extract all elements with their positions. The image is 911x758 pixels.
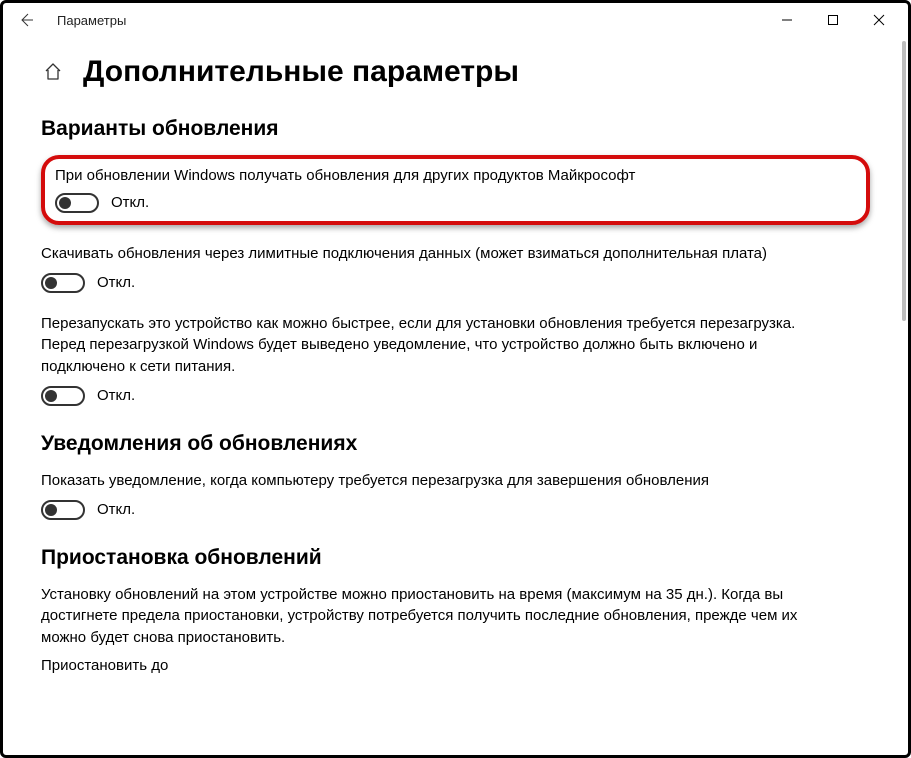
- minimize-button[interactable]: [764, 3, 810, 37]
- arrow-left-icon: [18, 12, 34, 28]
- back-button[interactable]: [9, 3, 43, 37]
- toggle-restart-asap[interactable]: [41, 386, 85, 406]
- pause-description: Установку обновлений на этом устройстве …: [41, 584, 841, 649]
- section-title-update-options: Варианты обновления: [41, 117, 870, 141]
- option-label: Показать уведомление, когда компьютеру т…: [41, 470, 870, 492]
- section-title-pause: Приостановка обновлений: [41, 546, 870, 570]
- option-other-microsoft-products: При обновлении Windows получать обновлен…: [55, 165, 856, 213]
- toggle-state-label: Откл.: [97, 501, 135, 518]
- maximize-icon: [827, 14, 839, 26]
- window-title: Параметры: [57, 13, 126, 28]
- pause-until-label: Приостановить до: [41, 657, 870, 674]
- page-title: Дополнительные параметры: [83, 55, 519, 89]
- title-bar: Параметры: [3, 3, 908, 37]
- toggle-state-label: Откл.: [111, 194, 149, 211]
- toggle-other-microsoft-products[interactable]: [55, 193, 99, 213]
- option-restart-notification: Показать уведомление, когда компьютеру т…: [41, 470, 870, 520]
- highlighted-option: При обновлении Windows получать обновлен…: [41, 155, 870, 225]
- toggle-restart-notification[interactable]: [41, 500, 85, 520]
- home-button[interactable]: [41, 60, 65, 84]
- page-header: Дополнительные параметры: [41, 55, 870, 89]
- option-label: Скачивать обновления через лимитные подк…: [41, 243, 870, 265]
- close-icon: [873, 14, 885, 26]
- home-icon: [43, 62, 63, 82]
- close-button[interactable]: [856, 3, 902, 37]
- toggle-metered-connection[interactable]: [41, 273, 85, 293]
- settings-window: Параметры: [0, 0, 911, 758]
- pause-description-block: Установку обновлений на этом устройстве …: [41, 584, 870, 649]
- minimize-icon: [781, 14, 793, 26]
- option-label: При обновлении Windows получать обновлен…: [55, 165, 856, 187]
- option-restart-asap: Перезапускать это устройство как можно б…: [41, 313, 870, 406]
- option-metered-connection: Скачивать обновления через лимитные подк…: [41, 243, 870, 293]
- section-title-notifications: Уведомления об обновлениях: [41, 432, 870, 456]
- maximize-button[interactable]: [810, 3, 856, 37]
- option-label: Перезапускать это устройство как можно б…: [41, 313, 841, 378]
- toggle-state-label: Откл.: [97, 274, 135, 291]
- content-area: Дополнительные параметры Варианты обновл…: [3, 37, 908, 755]
- toggle-state-label: Откл.: [97, 387, 135, 404]
